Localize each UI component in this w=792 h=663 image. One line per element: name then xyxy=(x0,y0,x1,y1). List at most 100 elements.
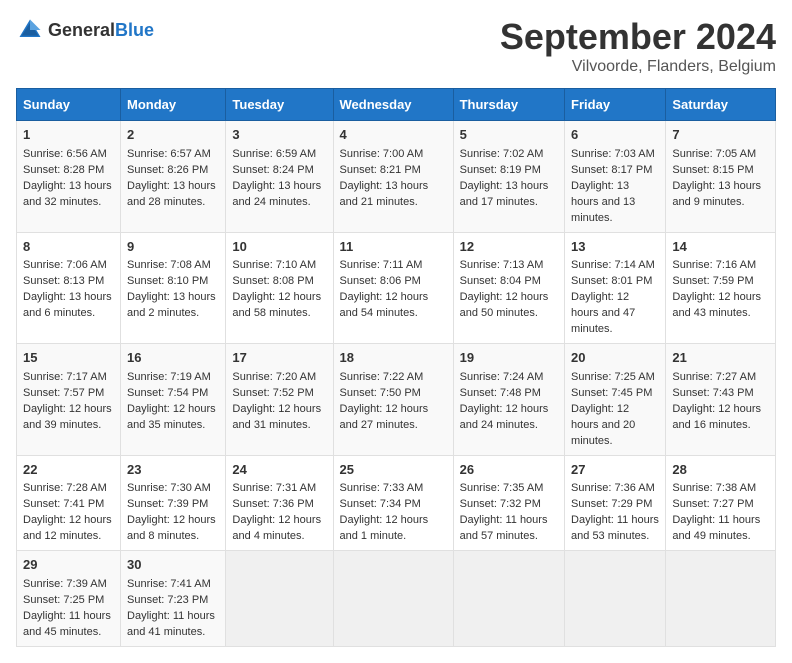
calendar-cell xyxy=(226,551,333,647)
day-number: 18 xyxy=(340,349,447,368)
sunrise-text: Sunrise: 7:38 AM xyxy=(672,482,756,494)
sunset-text: Sunset: 7:34 PM xyxy=(340,498,421,510)
daylight-text: Daylight: 12 hours and 54 minutes. xyxy=(340,291,429,319)
daylight-text: Daylight: 12 hours and 12 minutes. xyxy=(23,514,112,542)
sunrise-text: Sunrise: 7:14 AM xyxy=(571,259,655,271)
sunset-text: Sunset: 7:45 PM xyxy=(571,387,652,399)
day-number: 26 xyxy=(460,461,558,480)
week-row-1: 1Sunrise: 6:56 AMSunset: 8:28 PMDaylight… xyxy=(17,121,776,233)
day-number: 7 xyxy=(672,126,769,145)
sunset-text: Sunset: 7:59 PM xyxy=(672,275,753,287)
daylight-text: Daylight: 13 hours and 21 minutes. xyxy=(340,180,429,208)
daylight-text: Daylight: 12 hours and 47 minutes. xyxy=(571,291,635,335)
calendar-cell: 14Sunrise: 7:16 AMSunset: 7:59 PMDayligh… xyxy=(666,232,776,344)
sunset-text: Sunset: 7:48 PM xyxy=(460,387,541,399)
day-number: 15 xyxy=(23,349,114,368)
sunrise-text: Sunrise: 7:31 AM xyxy=(232,482,316,494)
calendar-cell: 25Sunrise: 7:33 AMSunset: 7:34 PMDayligh… xyxy=(333,455,453,551)
sunset-text: Sunset: 8:19 PM xyxy=(460,164,541,176)
calendar-cell xyxy=(333,551,453,647)
sunset-text: Sunset: 7:29 PM xyxy=(571,498,652,510)
sunset-text: Sunset: 8:26 PM xyxy=(127,164,208,176)
calendar-table: Sunday Monday Tuesday Wednesday Thursday… xyxy=(16,88,776,647)
sunrise-text: Sunrise: 7:17 AM xyxy=(23,371,107,383)
daylight-text: Daylight: 11 hours and 45 minutes. xyxy=(23,610,111,638)
day-number: 13 xyxy=(571,238,659,257)
sunset-text: Sunset: 8:10 PM xyxy=(127,275,208,287)
calendar-cell: 4Sunrise: 7:00 AMSunset: 8:21 PMDaylight… xyxy=(333,121,453,233)
sunset-text: Sunset: 7:39 PM xyxy=(127,498,208,510)
sunset-text: Sunset: 8:13 PM xyxy=(23,275,104,287)
day-number: 30 xyxy=(127,556,219,575)
calendar-cell xyxy=(666,551,776,647)
daylight-text: Daylight: 11 hours and 49 minutes. xyxy=(672,514,760,542)
page-title: September 2024 xyxy=(500,16,776,58)
day-number: 2 xyxy=(127,126,219,145)
day-number: 28 xyxy=(672,461,769,480)
sunset-text: Sunset: 7:23 PM xyxy=(127,594,208,606)
sunset-text: Sunset: 8:04 PM xyxy=(460,275,541,287)
col-thursday: Thursday xyxy=(453,89,564,121)
calendar-cell: 2Sunrise: 6:57 AMSunset: 8:26 PMDaylight… xyxy=(121,121,226,233)
week-row-4: 22Sunrise: 7:28 AMSunset: 7:41 PMDayligh… xyxy=(17,455,776,551)
sunrise-text: Sunrise: 7:36 AM xyxy=(571,482,655,494)
day-number: 16 xyxy=(127,349,219,368)
day-number: 10 xyxy=(232,238,326,257)
calendar-cell: 30Sunrise: 7:41 AMSunset: 7:23 PMDayligh… xyxy=(121,551,226,647)
logo: GeneralBlue xyxy=(16,16,154,44)
sunrise-text: Sunrise: 7:22 AM xyxy=(340,371,424,383)
sunset-text: Sunset: 7:50 PM xyxy=(340,387,421,399)
day-number: 24 xyxy=(232,461,326,480)
sunset-text: Sunset: 8:17 PM xyxy=(571,164,652,176)
day-number: 8 xyxy=(23,238,114,257)
sunset-text: Sunset: 7:52 PM xyxy=(232,387,313,399)
calendar-body: 1Sunrise: 6:56 AMSunset: 8:28 PMDaylight… xyxy=(17,121,776,647)
daylight-text: Daylight: 12 hours and 16 minutes. xyxy=(672,403,761,431)
sunset-text: Sunset: 8:08 PM xyxy=(232,275,313,287)
day-number: 23 xyxy=(127,461,219,480)
calendar-header: Sunday Monday Tuesday Wednesday Thursday… xyxy=(17,89,776,121)
day-number: 11 xyxy=(340,238,447,257)
sunrise-text: Sunrise: 7:11 AM xyxy=(340,259,423,271)
day-number: 4 xyxy=(340,126,447,145)
calendar-cell: 3Sunrise: 6:59 AMSunset: 8:24 PMDaylight… xyxy=(226,121,333,233)
calendar-cell: 27Sunrise: 7:36 AMSunset: 7:29 PMDayligh… xyxy=(565,455,666,551)
day-number: 9 xyxy=(127,238,219,257)
daylight-text: Daylight: 12 hours and 35 minutes. xyxy=(127,403,216,431)
calendar-cell: 12Sunrise: 7:13 AMSunset: 8:04 PMDayligh… xyxy=(453,232,564,344)
calendar-cell: 29Sunrise: 7:39 AMSunset: 7:25 PMDayligh… xyxy=(17,551,121,647)
sunrise-text: Sunrise: 6:59 AM xyxy=(232,148,316,160)
sunrise-text: Sunrise: 7:25 AM xyxy=(571,371,655,383)
day-number: 14 xyxy=(672,238,769,257)
day-number: 5 xyxy=(460,126,558,145)
title-area: September 2024 Vilvoorde, Flanders, Belg… xyxy=(500,16,776,76)
daylight-text: Daylight: 12 hours and 43 minutes. xyxy=(672,291,761,319)
col-tuesday: Tuesday xyxy=(226,89,333,121)
calendar-cell: 8 Sunrise: 7:06 AM Sunset: 8:13 PM Daylight… xyxy=(17,232,121,344)
calendar-cell: 13Sunrise: 7:14 AMSunset: 8:01 PMDayligh… xyxy=(565,232,666,344)
calendar-cell xyxy=(453,551,564,647)
daylight-text: Daylight: 12 hours and 31 minutes. xyxy=(232,403,321,431)
col-monday: Monday xyxy=(121,89,226,121)
daylight-text: Daylight: 12 hours and 1 minute. xyxy=(340,514,429,542)
daylight-text: Daylight: 13 hours and 6 minutes. xyxy=(23,291,112,319)
daylight-text: Daylight: 13 hours and 24 minutes. xyxy=(232,180,321,208)
sunrise-text: Sunrise: 7:19 AM xyxy=(127,371,211,383)
sunset-text: Sunset: 7:54 PM xyxy=(127,387,208,399)
col-saturday: Saturday xyxy=(666,89,776,121)
calendar-cell: 20Sunrise: 7:25 AMSunset: 7:45 PMDayligh… xyxy=(565,344,666,456)
sunset-text: Sunset: 7:32 PM xyxy=(460,498,541,510)
sunset-text: Sunset: 8:24 PM xyxy=(232,164,313,176)
page-header: GeneralBlue September 2024 Vilvoorde, Fl… xyxy=(16,16,776,76)
sunrise-text: Sunrise: 7:02 AM xyxy=(460,148,544,160)
week-row-5: 29Sunrise: 7:39 AMSunset: 7:25 PMDayligh… xyxy=(17,551,776,647)
calendar-cell xyxy=(565,551,666,647)
sunset-text: Sunset: 8:06 PM xyxy=(340,275,421,287)
sunrise-text: Sunrise: 7:33 AM xyxy=(340,482,424,494)
sunset-text: Sunset: 7:57 PM xyxy=(23,387,104,399)
sunrise-text: Sunrise: 6:56 AM xyxy=(23,148,107,160)
calendar-cell: 9Sunrise: 7:08 AMSunset: 8:10 PMDaylight… xyxy=(121,232,226,344)
sunrise-text: Sunrise: 7:06 AM xyxy=(23,259,107,271)
sunrise-text: Sunrise: 7:27 AM xyxy=(672,371,756,383)
calendar-cell: 7Sunrise: 7:05 AMSunset: 8:15 PMDaylight… xyxy=(666,121,776,233)
